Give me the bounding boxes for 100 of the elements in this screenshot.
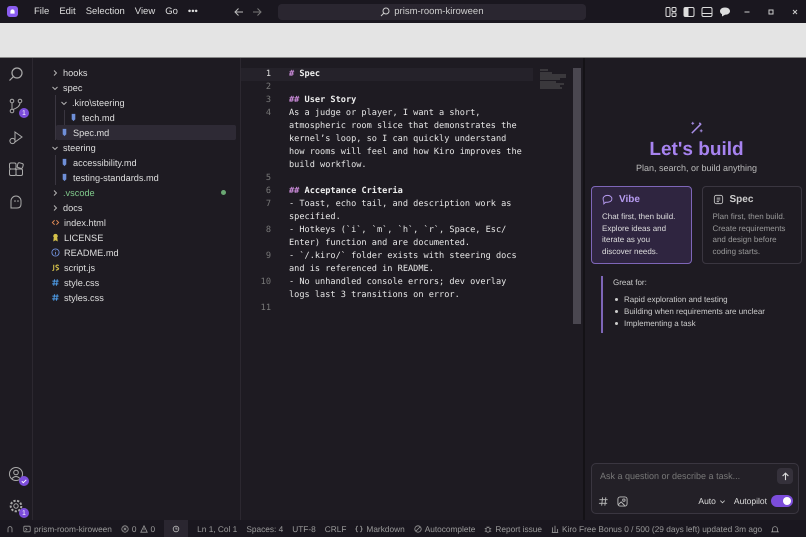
send-button[interactable] <box>777 468 793 484</box>
line-number: 9 <box>264 250 272 263</box>
list-item-text: Rapid exploration and testing <box>624 295 728 304</box>
file-tree-item[interactable]: README.md <box>33 245 236 260</box>
file-tree-item[interactable]: styles.css <box>33 290 236 305</box>
warning-icon <box>140 524 148 532</box>
menu-item[interactable]: Edit <box>54 6 81 17</box>
usage-status[interactable]: Kiro Free Bonus 0 / 500 (29 days left) updated 3m ago <box>551 524 762 534</box>
info-icon <box>51 248 60 257</box>
list-item-text: Building when requirements are unclear <box>624 307 765 316</box>
line-number: 11 <box>260 302 272 315</box>
heading-marker: # <box>289 69 294 79</box>
list-item-text: Implementing a task <box>624 319 696 328</box>
forward-arrow-icon[interactable] <box>250 6 263 18</box>
settings-icon[interactable] <box>8 498 24 514</box>
file-tree-item[interactable]: Spec.md <box>56 125 236 140</box>
line-number: 3 <box>264 94 272 107</box>
code-text: logs last 3 transitions on error. <box>289 289 461 302</box>
report-issue-button[interactable]: Report issue <box>484 524 542 534</box>
panel-toggle-icon[interactable] <box>701 6 713 18</box>
hash-icon <box>51 278 60 287</box>
file-tree-item[interactable]: tech.md <box>65 110 236 125</box>
encoding-status[interactable]: UTF-8 <box>292 524 316 534</box>
sidebar-toggle-icon[interactable] <box>683 6 695 18</box>
app-logo-icon <box>7 6 18 17</box>
mode-card[interactable]: Vibe Chat first, then build. Explore ideas and iterate as you discover needs. <box>591 186 692 264</box>
run-debug-icon[interactable] <box>8 130 24 146</box>
chat-bubble-icon[interactable] <box>719 6 731 18</box>
code-text: atmospheric room slice that demonstrates the <box>289 120 518 133</box>
extensions-icon[interactable] <box>8 162 24 178</box>
heading-text: User Story <box>304 95 356 105</box>
model-dropdown[interactable]: Auto <box>698 496 726 506</box>
layout-grid-icon[interactable] <box>665 6 677 18</box>
scrollbar[interactable] <box>573 68 581 324</box>
mode-card[interactable]: Spec Plan first, then build. Create requirements and design before coding starts. <box>702 186 802 264</box>
chat-input-field[interactable]: Ask a question or describe a task... Auto Autopilot <box>591 463 799 514</box>
hash-icon[interactable] <box>598 496 609 506</box>
js-file-icon <box>51 263 60 272</box>
bar-chart-icon <box>551 524 559 532</box>
autopilot-label: Autopilot <box>734 496 767 506</box>
file-tree-item[interactable]: accessibility.md <box>56 155 236 170</box>
menu-item[interactable]: Selection <box>80 6 130 17</box>
line-number: 6 <box>264 185 272 198</box>
indentation-status[interactable]: Spaces: 4 <box>246 524 284 534</box>
autopilot-toggle[interactable] <box>771 495 793 507</box>
file-tree-item[interactable]: script.js <box>33 260 236 275</box>
chevron-right-icon <box>51 68 59 76</box>
code-text: As a judge or player, I want a short, <box>289 107 482 120</box>
back-arrow-icon[interactable] <box>232 6 245 18</box>
file-tree-item[interactable]: index.html <box>33 215 236 230</box>
hash-icon <box>51 293 60 302</box>
autocomplete-status[interactable]: Autocomplete <box>414 524 476 534</box>
search-icon <box>380 6 390 16</box>
line-ending-status[interactable]: CRLF <box>324 524 346 534</box>
code-text: - No unhandled console errors; dev overlay <box>289 276 506 289</box>
line-number: 10 <box>260 276 272 289</box>
language-mode[interactable]: Markdown <box>355 524 405 534</box>
account-icon[interactable] <box>8 466 24 482</box>
restore-icon[interactable] <box>766 6 776 16</box>
braces-icon <box>355 524 364 532</box>
cursor-position[interactable]: Ln 1, Col 1 <box>197 524 238 534</box>
file-tree-item[interactable]: testing-standards.md <box>56 170 236 185</box>
workspace-status[interactable]: prism-room-kiroween <box>23 524 112 534</box>
close-icon[interactable] <box>790 6 800 16</box>
search-icon[interactable] <box>8 66 24 82</box>
heading-text: Acceptance Criteria <box>304 186 403 196</box>
menu-item[interactable]: ••• <box>182 6 203 17</box>
code-text: kernel’s loop, so I can quickly understand <box>289 133 508 146</box>
code-editor[interactable] <box>241 58 585 520</box>
image-icon[interactable] <box>617 496 628 506</box>
check-badge-icon <box>19 476 29 486</box>
command-search-field[interactable]: prism-room-kiroween <box>278 4 586 20</box>
code-text: - Hotkeys (`i`, `m`, `h`, `r`, Space, Esc/ <box>289 224 506 237</box>
code-text: build workflow. <box>289 159 368 172</box>
bullet-icon <box>615 322 618 325</box>
file-tree-item[interactable]: style.css <box>33 275 236 290</box>
prohibited-icon <box>414 524 422 532</box>
file-tree-item[interactable]: docs <box>33 200 236 215</box>
source-control-icon[interactable] <box>8 98 24 114</box>
problems-status[interactable]: 0 0 <box>120 524 156 534</box>
menu-item[interactable]: View <box>130 6 160 17</box>
line-number: 7 <box>264 198 272 211</box>
line-number: 1 <box>264 68 272 81</box>
line-number: 5 <box>264 172 272 185</box>
menu-item[interactable]: File <box>29 6 54 17</box>
file-tree-item[interactable]: LICENSE <box>33 230 236 245</box>
menu-item[interactable]: Go <box>160 6 183 17</box>
remote-window-icon <box>23 524 31 532</box>
bug-icon <box>484 524 492 532</box>
modified-dot <box>221 190 226 195</box>
file-tree-item[interactable]: .vscode <box>33 185 236 200</box>
code-text: specified. <box>289 211 342 224</box>
file-tree-item[interactable]: .kiro\steering <box>56 95 236 110</box>
file-tree-item[interactable]: spec <box>33 80 236 95</box>
bell-icon[interactable] <box>771 524 780 532</box>
panel-heading: Great for: <box>613 278 648 287</box>
line-number: 4 <box>264 107 272 120</box>
file-tree-item[interactable]: hooks <box>33 65 236 80</box>
file-tree-item[interactable]: steering <box>33 140 236 155</box>
arrow-up-icon <box>780 472 790 480</box>
